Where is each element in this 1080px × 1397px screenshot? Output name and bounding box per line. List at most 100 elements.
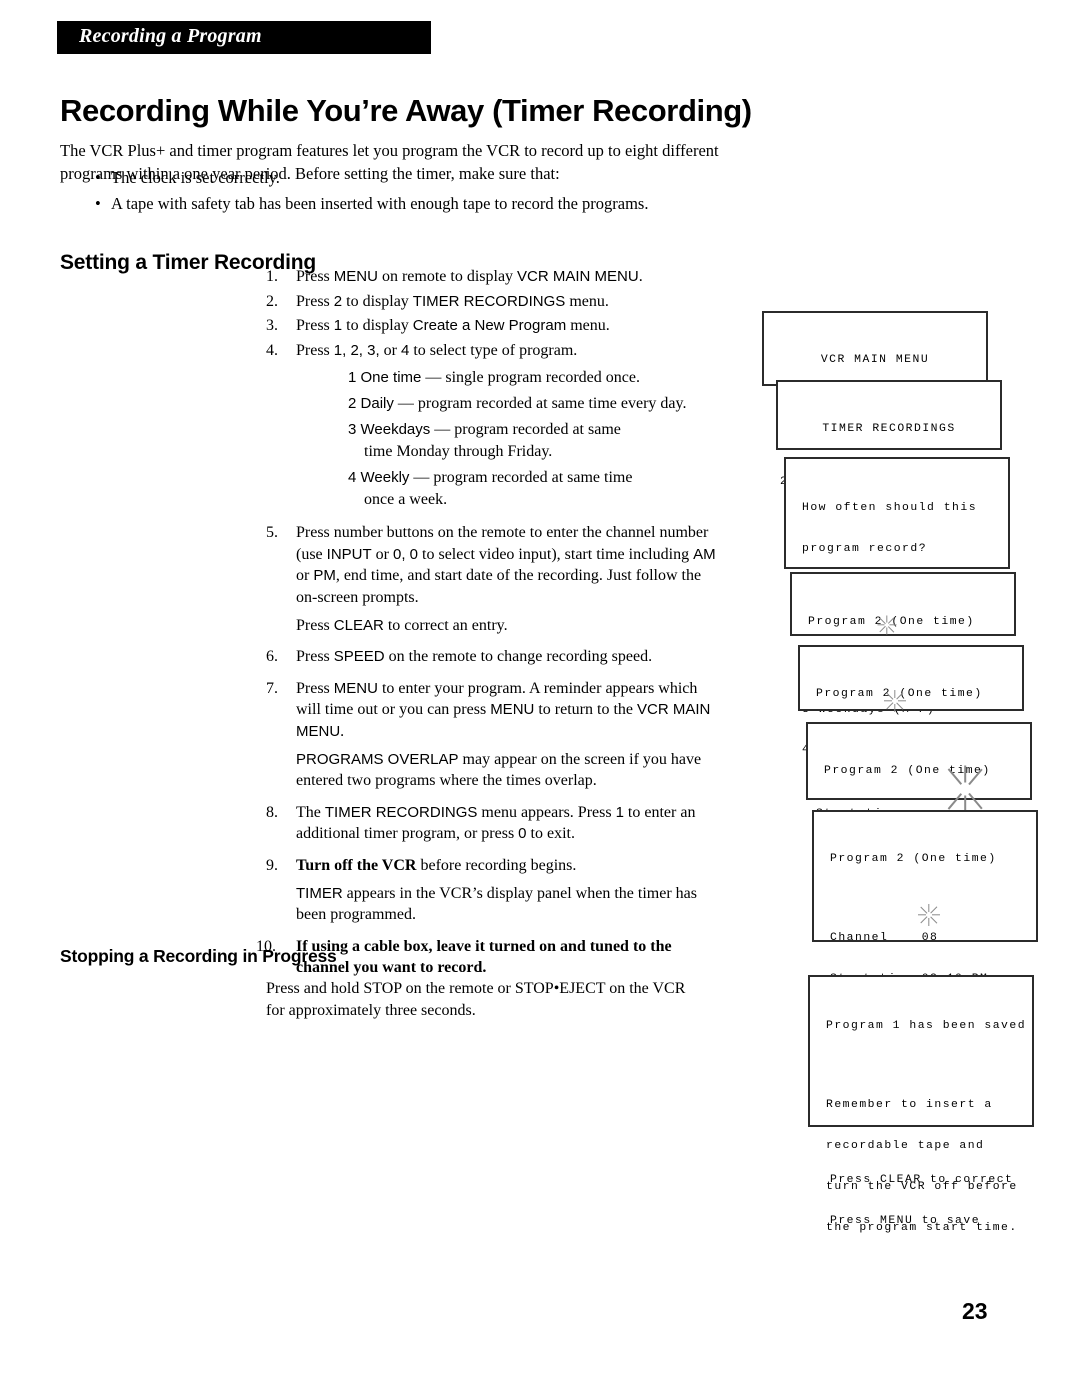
- step-text: Turn off the VCR before recording begins…: [296, 855, 716, 877]
- step-text-part: .: [340, 722, 345, 740]
- step-text-part: Press: [296, 616, 334, 634]
- osd-panel-start-time-entry: Program 2 (One time) Channel 08 Start ti…: [798, 645, 1024, 820]
- step-text: Press 2 to display TIMER RECORDINGS menu…: [296, 291, 716, 313]
- step-text: Press number buttons on the remote to en…: [296, 522, 716, 608]
- key-label: MENU: [490, 701, 535, 718]
- key-label: TIMER RECORDINGS: [412, 292, 566, 310]
- step-8: 8. The TIMER RECORDINGS menu appears. Pr…: [266, 802, 716, 845]
- key-label: MENU: [333, 679, 378, 697]
- program-type-name: Weekly: [360, 469, 410, 486]
- step-7: 7. Press MENU to enter your program. A r…: [266, 678, 716, 792]
- step-text-part: to select video input), start time inclu…: [418, 545, 694, 563]
- osd-program-title: Program 2 (One time): [808, 616, 975, 629]
- step-text-part: on the remote to change recording speed.: [384, 648, 653, 665]
- step-text-part: , end time, and start date of the record…: [296, 567, 702, 606]
- program-type-desc-cont: time Monday through Friday.: [364, 443, 553, 460]
- step-number: 6.: [266, 648, 278, 665]
- step-text: The TIMER RECORDINGS menu appears. Press…: [296, 802, 716, 845]
- bullet-text: The clock is set correctly.: [111, 168, 280, 187]
- program-type-name: One time: [360, 369, 422, 386]
- program-type-name: Weekdays: [360, 421, 431, 438]
- osd-field-row: Channel 08: [830, 932, 939, 945]
- step-7-note: PROGRAMS OVERLAP may appear on the scree…: [296, 749, 716, 792]
- bullet-text: A tape with safety tab has been inserted…: [111, 194, 649, 213]
- osd-prompt-line: How often should this: [802, 502, 978, 515]
- key-label: MENU: [333, 268, 378, 285]
- step-text-part: menu.: [565, 292, 609, 310]
- step-text: If using a cable box, leave it turned on…: [296, 937, 672, 977]
- bullet-dot-icon: •: [95, 194, 101, 213]
- step-3: 3. Press 1 to display Create a New Progr…: [266, 315, 716, 337]
- blinking-cursor-icon: [918, 904, 940, 926]
- key-label: 2: [333, 292, 343, 310]
- program-type-desc: — single program recorded once.: [425, 369, 640, 386]
- step-text: Press 1, 2, 3, or 4 to select type of pr…: [296, 340, 716, 362]
- program-type-list: 1 One time — single program recorded onc…: [348, 367, 716, 511]
- key-label: TIMER RECORDINGS: [324, 803, 478, 821]
- step-number: 8.: [266, 803, 278, 821]
- program-type-desc: — program recorded at same: [434, 421, 621, 438]
- step-text-part: or: [296, 567, 314, 584]
- key-label: 0, 0: [392, 545, 419, 563]
- step-6: 6. Press SPEED on the remote to change r…: [266, 646, 716, 668]
- step-text: Press SPEED on the remote to change reco…: [296, 646, 716, 668]
- key-label: 1: [333, 317, 343, 334]
- step-number: 10.: [256, 937, 276, 955]
- step-text-part: or: [371, 545, 393, 563]
- program-type-item: 2 Daily — program recorded at same time …: [348, 393, 716, 415]
- key-label: SPEED: [333, 648, 385, 665]
- step-10: 10. If using a cable box, leave it turne…: [256, 936, 716, 979]
- list-item: • A tape with safety tab has been inserte…: [95, 191, 940, 217]
- step-1: 1. Press MENU on remote to display VCR M…: [266, 266, 716, 288]
- page-number: 23: [962, 1298, 988, 1324]
- osd-title: TIMER RECORDINGS: [822, 423, 956, 436]
- step-text-part: Press: [296, 341, 334, 359]
- osd-spacer: [830, 894, 1020, 905]
- step-text-part: Press: [296, 317, 334, 334]
- step-text-part: Press: [296, 679, 334, 697]
- osd-program-title: Program 2 (One time): [816, 688, 983, 701]
- osd-panel-timer-recordings: TIMER RECORDINGS 1 Create a New Program: [776, 380, 1002, 516]
- step-text-part: to exit.: [526, 825, 575, 842]
- step-number: 5.: [266, 524, 278, 541]
- procedure-step-list: 1. Press MENU on remote to display VCR M…: [256, 266, 716, 982]
- osd-program-title: Program 2 (One time): [824, 765, 991, 778]
- osd-message-line: Remember to insert a: [826, 1099, 993, 1112]
- key-label: 0: [518, 825, 527, 842]
- bullet-dot-icon: •: [95, 168, 101, 187]
- osd-panel-vcr-main-menu: VCR MAIN MENU 1 VCR Plus+ 2 Timer Record…: [762, 311, 988, 488]
- osd-panel-program-summary: Program 2 (One time) Channel 08 Start ti…: [812, 810, 1038, 1227]
- step-text-part: before recording begins.: [416, 856, 577, 874]
- step-text-part: to return to the: [534, 701, 637, 718]
- step-2: 2. Press 2 to display TIMER RECORDINGS m…: [266, 291, 716, 313]
- step-text-part: Press: [296, 648, 334, 665]
- key-label: Create a New Program: [412, 317, 567, 334]
- step-emphasis: Turn off the VCR: [296, 856, 417, 874]
- step-9: 9. Turn off the VCR before recording beg…: [266, 855, 716, 926]
- step-text-part: to display: [342, 317, 413, 334]
- step-text-part: The: [296, 803, 325, 821]
- step-number: 7.: [266, 679, 278, 697]
- key-label: 1: [615, 803, 624, 821]
- step-text-part: on remote to display: [377, 268, 518, 285]
- step-text: Press MENU to enter your program. A remi…: [296, 678, 716, 743]
- step-number: 2.: [266, 292, 278, 310]
- step-text: Press 1 to display Create a New Program …: [296, 315, 716, 337]
- key-label: PM: [313, 567, 336, 584]
- osd-panel-how-often: How often should this program record? 1 …: [784, 457, 1010, 756]
- step-text-part: to correct an entry.: [383, 616, 508, 634]
- step-number: 4.: [266, 341, 278, 359]
- osd-program-title: Program 2 (One time): [830, 853, 997, 866]
- program-type-item: 1 One time — single program recorded onc…: [348, 367, 716, 389]
- program-type-desc: — program recorded at same time every da…: [397, 395, 687, 412]
- intro-bullet-list: • The clock is set correctly. • A tape wit…: [95, 165, 940, 217]
- step-text-part: .: [638, 268, 643, 285]
- running-head-label: Recording a Program: [79, 25, 262, 47]
- osd-message-line: the program start time.: [826, 1221, 1018, 1234]
- list-item: • The clock is set correctly.: [95, 165, 940, 191]
- osd-message-line: recordable tape and: [826, 1139, 985, 1152]
